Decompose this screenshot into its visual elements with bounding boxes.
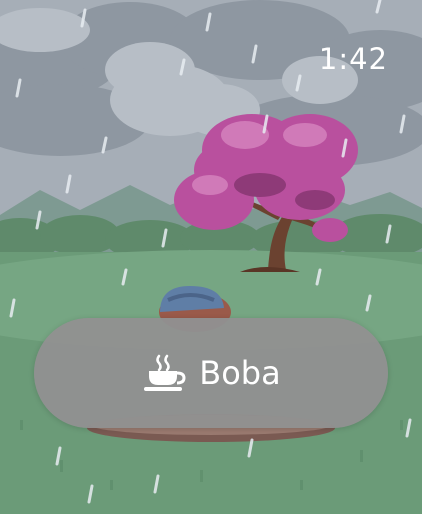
cup-icon <box>144 354 186 391</box>
status-time: 1:42 <box>318 42 388 76</box>
boba-button[interactable]: Boba <box>34 318 388 428</box>
boba-button-label: Boba <box>199 354 281 392</box>
watch-screen: 1:42 Boba <box>0 0 422 514</box>
rainy-garden-scene <box>0 0 422 514</box>
